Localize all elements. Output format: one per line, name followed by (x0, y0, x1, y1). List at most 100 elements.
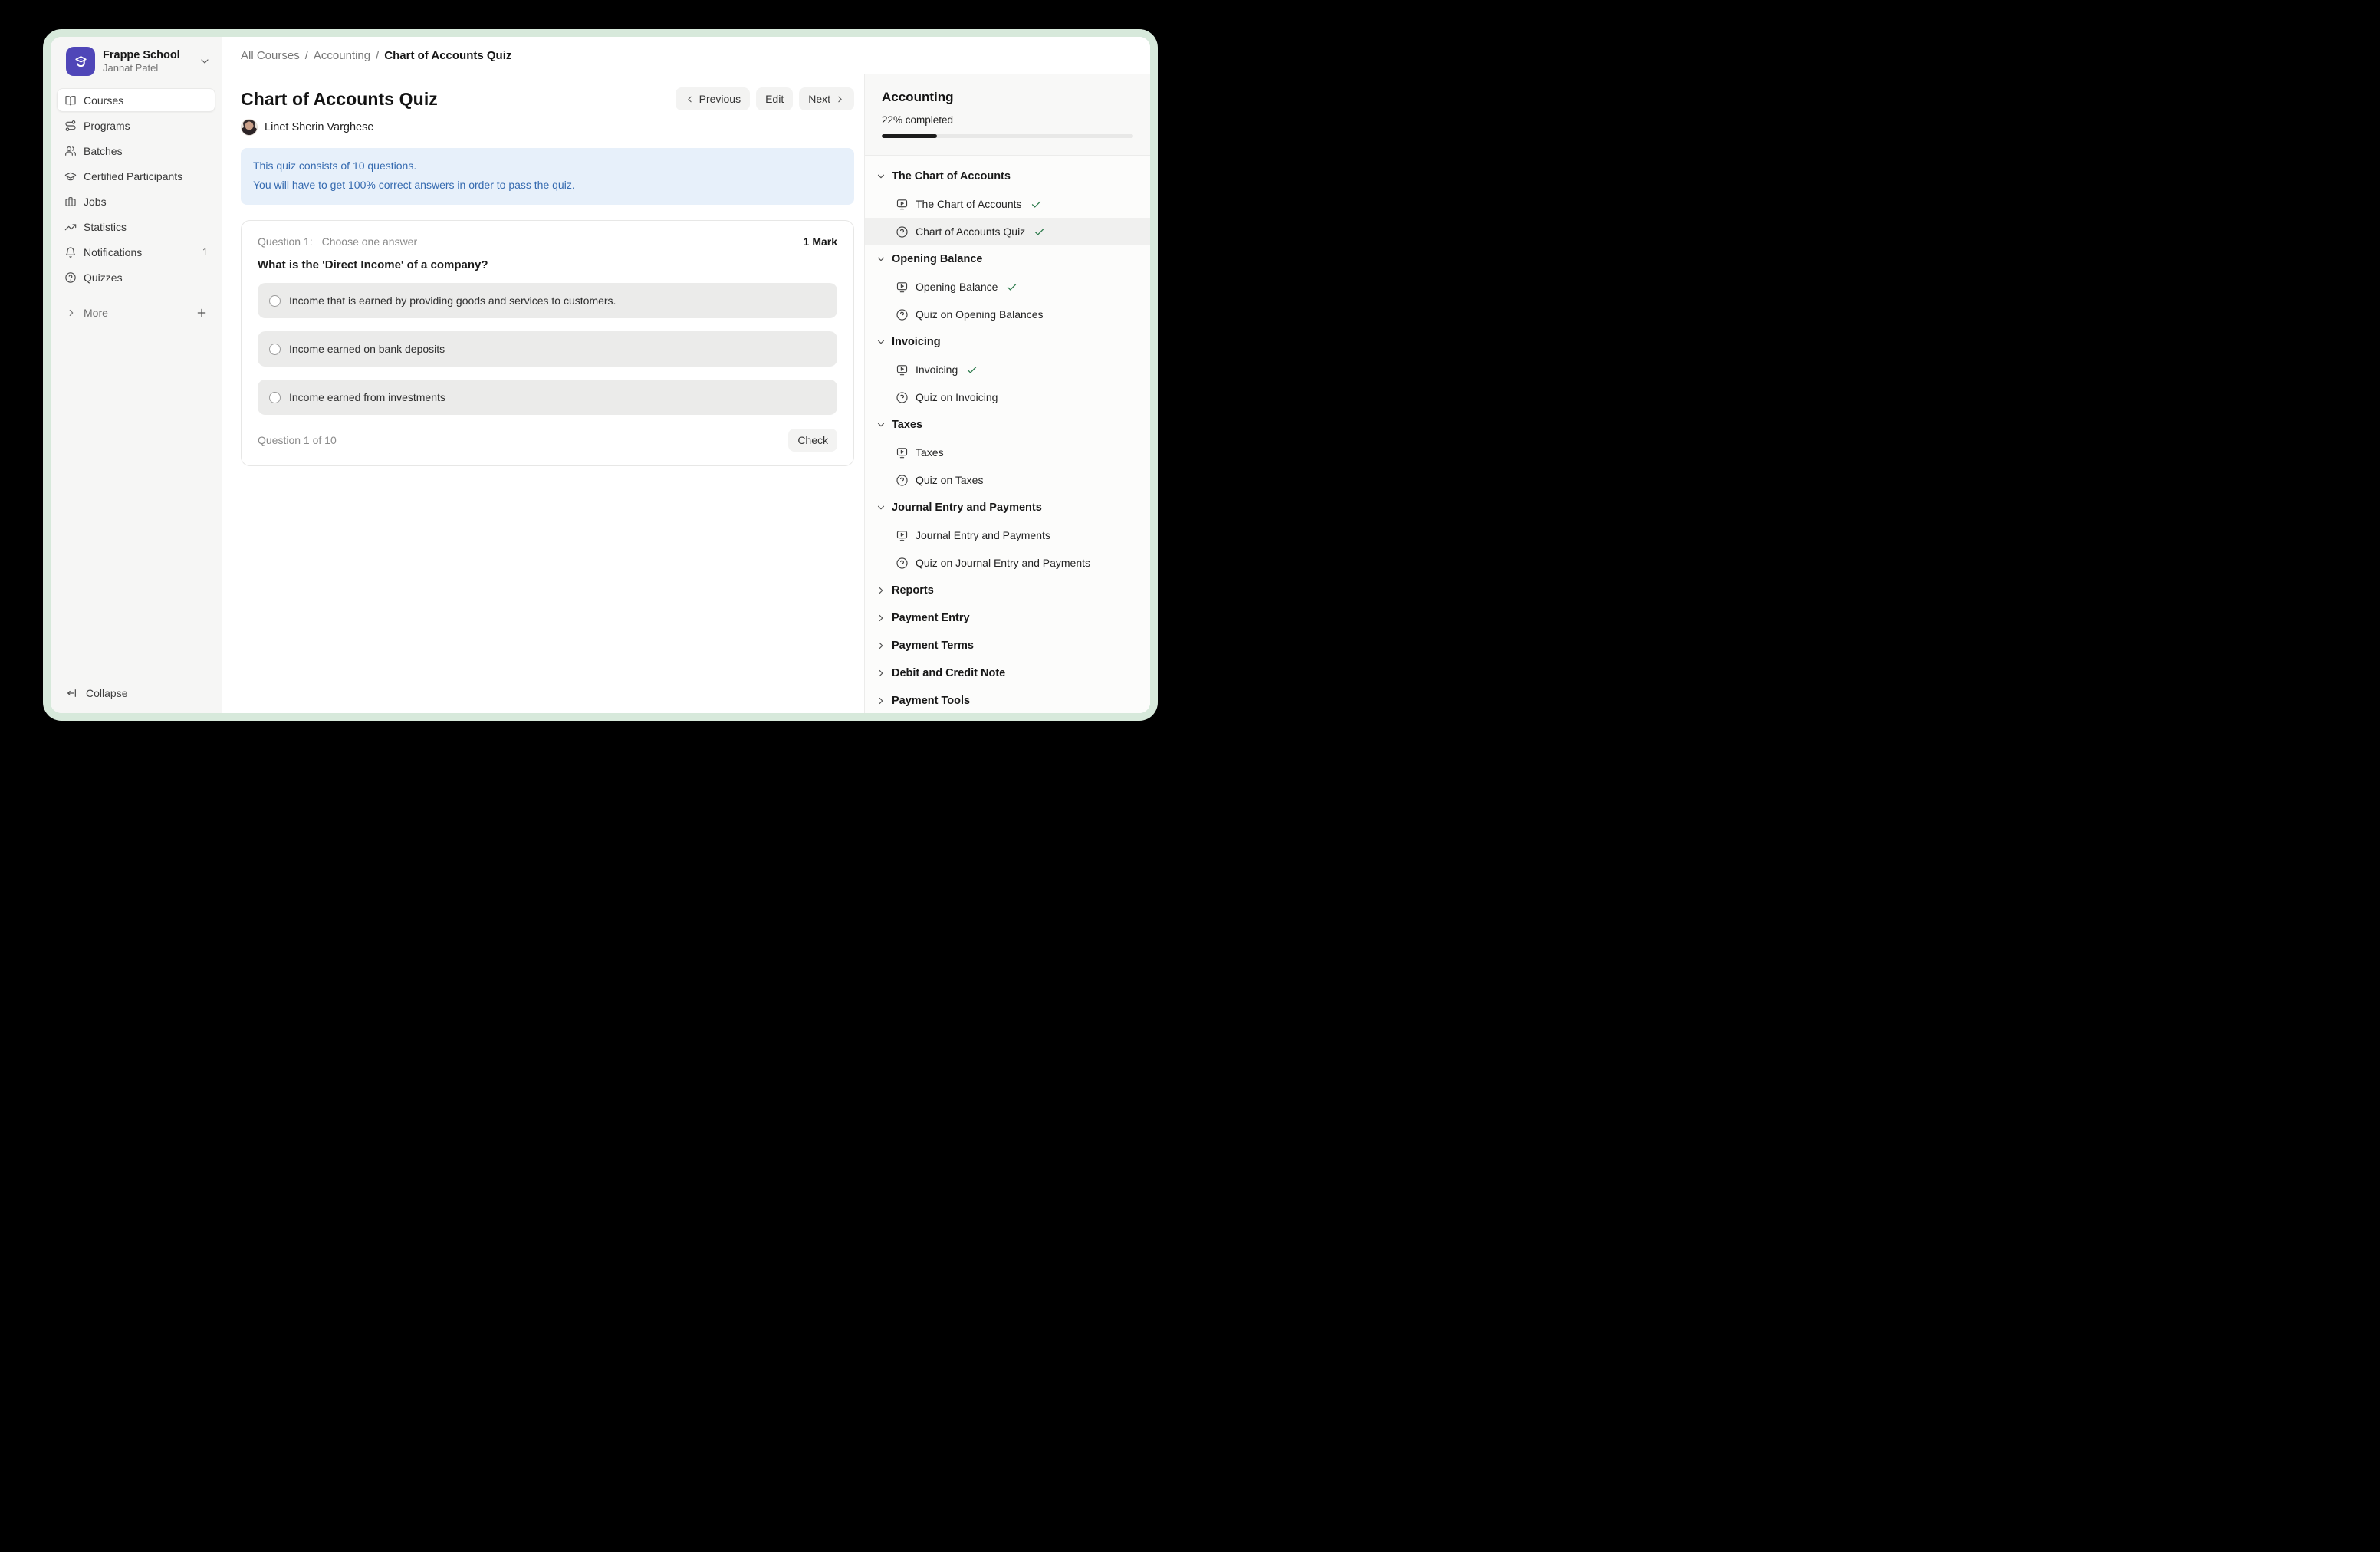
chevron-down-icon[interactable] (199, 55, 211, 67)
sidebar-item-label: Certified Participants (84, 170, 182, 182)
chevron-right-icon (876, 585, 886, 596)
author-avatar (241, 119, 258, 136)
sidebar-item-batches[interactable]: Batches (58, 139, 215, 163)
collapse-icon (66, 687, 78, 699)
sidebar-item-label: Notifications (84, 246, 142, 258)
graduation-cap-icon (64, 170, 77, 182)
plus-icon[interactable] (196, 307, 208, 319)
collapse-label: Collapse (86, 687, 127, 699)
bell-icon (64, 246, 77, 258)
edit-button[interactable]: Edit (756, 87, 793, 110)
outline-section-invoicing[interactable]: Invoicing (865, 328, 1150, 356)
outline-quiz-on-journal-entry-and-payments[interactable]: Quiz on Journal Entry and Payments (865, 549, 1150, 577)
outline-quiz-on-taxes[interactable]: Quiz on Taxes (865, 466, 1150, 494)
sidebar-item-programs[interactable]: Programs (58, 113, 215, 137)
quiz-page-content: Chart of Accounts Quiz Previous Edit Nex… (222, 74, 864, 713)
outline-section-reports[interactable]: Reports (865, 577, 1150, 604)
sidebar-item-jobs[interactable]: Jobs (58, 189, 215, 213)
graduation-cap-logo-icon (73, 54, 89, 70)
answer-option-1[interactable]: Income that is earned by providing goods… (258, 283, 837, 318)
breadcrumb-accounting[interactable]: Accounting (314, 49, 370, 62)
sidebar-item-statistics[interactable]: Statistics (58, 215, 215, 238)
author-row: Linet Sherin Varghese (241, 119, 854, 136)
notifications-count-badge: 1 (202, 246, 208, 258)
workspace-names: Frappe School Jannat Patel (103, 48, 191, 74)
outline-section-the-chart-of-accounts[interactable]: The Chart of Accounts (865, 163, 1150, 190)
sidebar-item-label: Batches (84, 145, 123, 157)
workspace-title: Frappe School (103, 48, 191, 62)
workspace-switcher[interactable]: Frappe School Jannat Patel (51, 37, 222, 85)
lesson-video-icon (896, 198, 909, 211)
route-icon (64, 120, 77, 132)
breadcrumb-separator: / (376, 49, 379, 62)
frappe-school-app: Frappe School Jannat Patel Courses Progr (51, 37, 1150, 713)
outline-lesson-invoicing[interactable]: Invoicing (865, 356, 1150, 383)
radio-button[interactable] (269, 392, 281, 403)
breadcrumb-all-courses[interactable]: All Courses (241, 49, 300, 62)
author-name: Linet Sherin Varghese (265, 121, 373, 133)
instructions-line-1: This quiz consists of 10 questions. (253, 156, 842, 176)
outline-lesson-the-chart-of-accounts[interactable]: The Chart of Accounts (865, 190, 1150, 218)
outline-section-payment-tools[interactable]: Payment Tools (865, 687, 1150, 713)
course-progress-bar (882, 134, 1133, 138)
outline-section-opening-balance[interactable]: Opening Balance (865, 245, 1150, 273)
chevron-left-icon (685, 94, 695, 104)
quiz-question-icon (896, 557, 909, 570)
question-progress: Question 1 of 10 (258, 434, 337, 446)
lesson-nav-buttons: Previous Edit Next (676, 87, 854, 110)
app-window-frame: Frappe School Jannat Patel Courses Progr (43, 29, 1158, 721)
sidebar-more[interactable]: More (51, 301, 222, 324)
previous-button[interactable]: Previous (676, 87, 750, 110)
sidebar-item-certified-participants[interactable]: Certified Participants (58, 164, 215, 188)
screen-background: Frappe School Jannat Patel Courses Progr (0, 0, 1190, 776)
outline-section-journal-entry-and-payments[interactable]: Journal Entry and Payments (865, 494, 1150, 521)
breadcrumb-separator: / (305, 49, 308, 62)
page-title: Chart of Accounts Quiz (241, 89, 438, 110)
sidebar-item-notifications[interactable]: Notifications 1 (58, 240, 215, 264)
sidebar-item-label: Statistics (84, 221, 127, 233)
outline-quiz-on-opening-balances[interactable]: Quiz on Opening Balances (865, 301, 1150, 328)
course-completed-label: 22% completed (882, 114, 1133, 126)
lesson-video-icon (896, 529, 909, 542)
outline-lesson-taxes[interactable]: Taxes (865, 439, 1150, 466)
outline-quiz-on-invoicing[interactable]: Quiz on Invoicing (865, 383, 1150, 411)
outline-section-payment-entry[interactable]: Payment Entry (865, 604, 1150, 632)
radio-button[interactable] (269, 295, 281, 307)
sidebar-item-courses[interactable]: Courses (57, 88, 215, 112)
chevron-down-icon (876, 171, 886, 182)
users-icon (64, 145, 77, 157)
question-instruction: Choose one answer (322, 235, 418, 248)
outline-lesson-journal-entry-and-payments[interactable]: Journal Entry and Payments (865, 521, 1150, 549)
chevron-down-icon (876, 419, 886, 430)
sidebar-item-label: Quizzes (84, 271, 123, 284)
more-label: More (84, 307, 108, 319)
answer-option-3[interactable]: Income earned from investments (258, 380, 837, 415)
next-button[interactable]: Next (799, 87, 854, 110)
chevron-down-icon (876, 337, 886, 347)
outline-lesson-opening-balance[interactable]: Opening Balance (865, 273, 1150, 301)
quiz-question-icon (896, 308, 909, 321)
outline-section-taxes[interactable]: Taxes (865, 411, 1150, 439)
outline-section-payment-terms[interactable]: Payment Terms (865, 632, 1150, 659)
radio-button[interactable] (269, 344, 281, 355)
collapse-sidebar-button[interactable]: Collapse (51, 687, 222, 713)
chevron-down-icon (876, 502, 886, 513)
question-marks: 1 Mark (804, 235, 837, 248)
completed-check-icon (966, 364, 978, 376)
lesson-video-icon (896, 281, 909, 294)
question-card: Question 1: Choose one answer 1 Mark Wha… (241, 220, 854, 466)
answer-option-label: Income earned from investments (289, 391, 445, 403)
chevron-right-icon (876, 668, 886, 679)
outline-quiz-chart-of-accounts-quiz[interactable]: Chart of Accounts Quiz (865, 218, 1150, 245)
sidebar-item-label: Courses (84, 94, 123, 107)
breadcrumb-current: Chart of Accounts Quiz (384, 49, 511, 62)
quiz-question-icon (896, 225, 909, 238)
outline-section-debit-and-credit-note[interactable]: Debit and Credit Note (865, 659, 1150, 687)
briefcase-icon (64, 196, 77, 208)
answer-option-2[interactable]: Income earned on bank deposits (258, 331, 837, 367)
answer-option-label: Income earned on bank deposits (289, 343, 445, 355)
sidebar-item-quizzes[interactable]: Quizzes (58, 265, 215, 289)
course-outline-list: The Chart of Accounts The Chart of Accou… (865, 156, 1150, 713)
check-answer-button[interactable]: Check (788, 429, 837, 452)
answer-option-label: Income that is earned by providing goods… (289, 294, 616, 307)
